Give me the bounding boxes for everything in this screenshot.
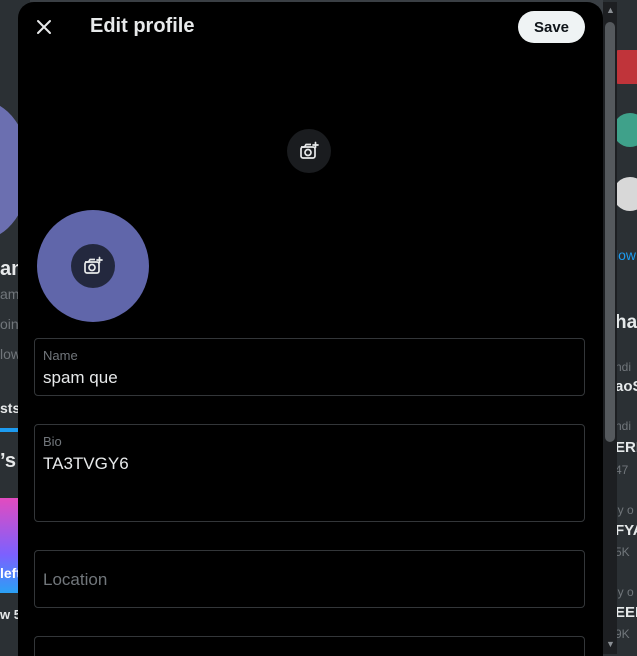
background-trend-count: 5K (615, 545, 630, 559)
screen: am am oin low sts ’s left w 5 low ha ndi… (0, 0, 637, 656)
save-button[interactable]: Save (518, 11, 585, 43)
name-field[interactable]: Name spam que (34, 338, 585, 396)
edit-profile-dialog: Edit profile Save Name spam que Bio TA3T… (18, 2, 603, 656)
background-trend-name: aoS (615, 378, 637, 395)
add-photo-icon (300, 141, 319, 159)
background-trend-category: ly o (615, 503, 634, 517)
scrollbar-thumb[interactable] (605, 22, 615, 442)
background-join-date: oin (0, 316, 19, 332)
background-show-more-link: low (615, 247, 637, 263)
bio-field-value[interactable]: TA3TVGY6 (43, 454, 129, 474)
add-photo-icon (84, 256, 103, 274)
background-trend-category: ndi (615, 360, 632, 374)
background-handle: am (0, 286, 20, 302)
dialog-title: Edit profile (90, 15, 195, 37)
location-field[interactable]: Location (34, 550, 585, 608)
profile-avatar (37, 210, 149, 322)
dialog-header: Edit profile Save (18, 2, 603, 55)
dialog-scrollbar[interactable]: ▲ ▼ (603, 2, 617, 654)
background-trend-name: ERR (615, 439, 637, 456)
close-icon (37, 20, 51, 34)
website-field[interactable] (34, 636, 585, 656)
avatar-add-photo-button[interactable] (71, 244, 115, 288)
location-field-placeholder[interactable]: Location (43, 570, 107, 590)
bio-field[interactable]: Bio TA3TVGY6 (34, 424, 585, 522)
name-field-label: Name (43, 348, 78, 363)
bio-field-label: Bio (43, 434, 62, 449)
banner-add-photo-button[interactable] (287, 129, 331, 173)
background-trend-name: FYA (615, 522, 637, 539)
name-field-value[interactable]: spam que (43, 368, 118, 388)
background-trend-count: 9K (615, 627, 630, 641)
scroll-up-arrow-icon[interactable]: ▲ (606, 5, 615, 15)
background-section-heading: ’s (0, 450, 16, 472)
background-trend-count: 47 (615, 463, 629, 477)
background-trend-name: EER (615, 604, 637, 621)
scroll-down-arrow-icon[interactable]: ▼ (606, 639, 615, 649)
background-trend-category: ndi (615, 419, 632, 433)
background-trend-category: ly o (615, 585, 634, 599)
close-button[interactable] (28, 11, 60, 43)
background-trends-heading: ha (615, 312, 637, 333)
